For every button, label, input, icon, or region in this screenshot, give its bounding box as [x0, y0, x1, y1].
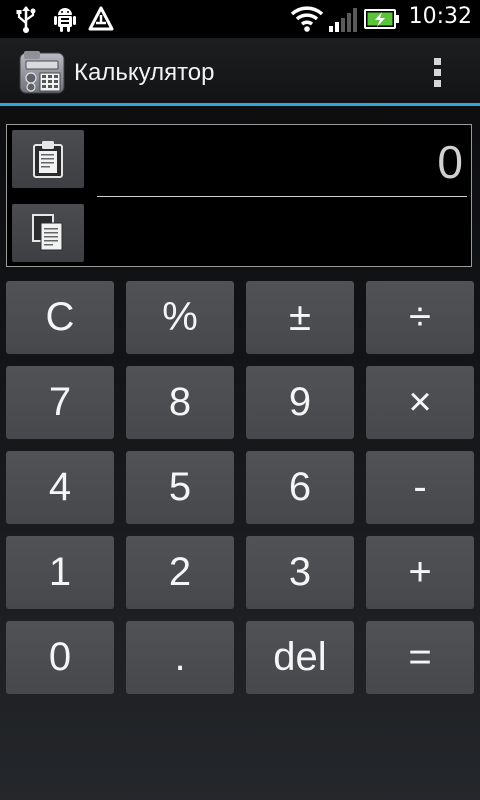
calculator-screen: 10:32 Калькулятор 0 C % ± ÷ 7 8 9 × 4 5 …: [0, 0, 480, 800]
key-6[interactable]: 6: [246, 451, 354, 524]
key-percent[interactable]: %: [126, 281, 234, 354]
key-equals[interactable]: =: [366, 621, 474, 694]
key-multiply[interactable]: ×: [366, 366, 474, 439]
key-7[interactable]: 7: [6, 366, 114, 439]
keypad: C % ± ÷ 7 8 9 × 4 5 6 - 1 2 3 + 0 . del …: [0, 0, 480, 800]
key-9[interactable]: 9: [246, 366, 354, 439]
key-8[interactable]: 8: [126, 366, 234, 439]
key-clear[interactable]: C: [6, 281, 114, 354]
key-decimal[interactable]: .: [126, 621, 234, 694]
key-1[interactable]: 1: [6, 536, 114, 609]
key-delete[interactable]: del: [246, 621, 354, 694]
key-5[interactable]: 5: [126, 451, 234, 524]
key-add[interactable]: +: [366, 536, 474, 609]
key-3[interactable]: 3: [246, 536, 354, 609]
key-divide[interactable]: ÷: [366, 281, 474, 354]
key-4[interactable]: 4: [6, 451, 114, 524]
key-0[interactable]: 0: [6, 621, 114, 694]
key-subtract[interactable]: -: [366, 451, 474, 524]
key-plus-minus[interactable]: ±: [246, 281, 354, 354]
key-2[interactable]: 2: [126, 536, 234, 609]
